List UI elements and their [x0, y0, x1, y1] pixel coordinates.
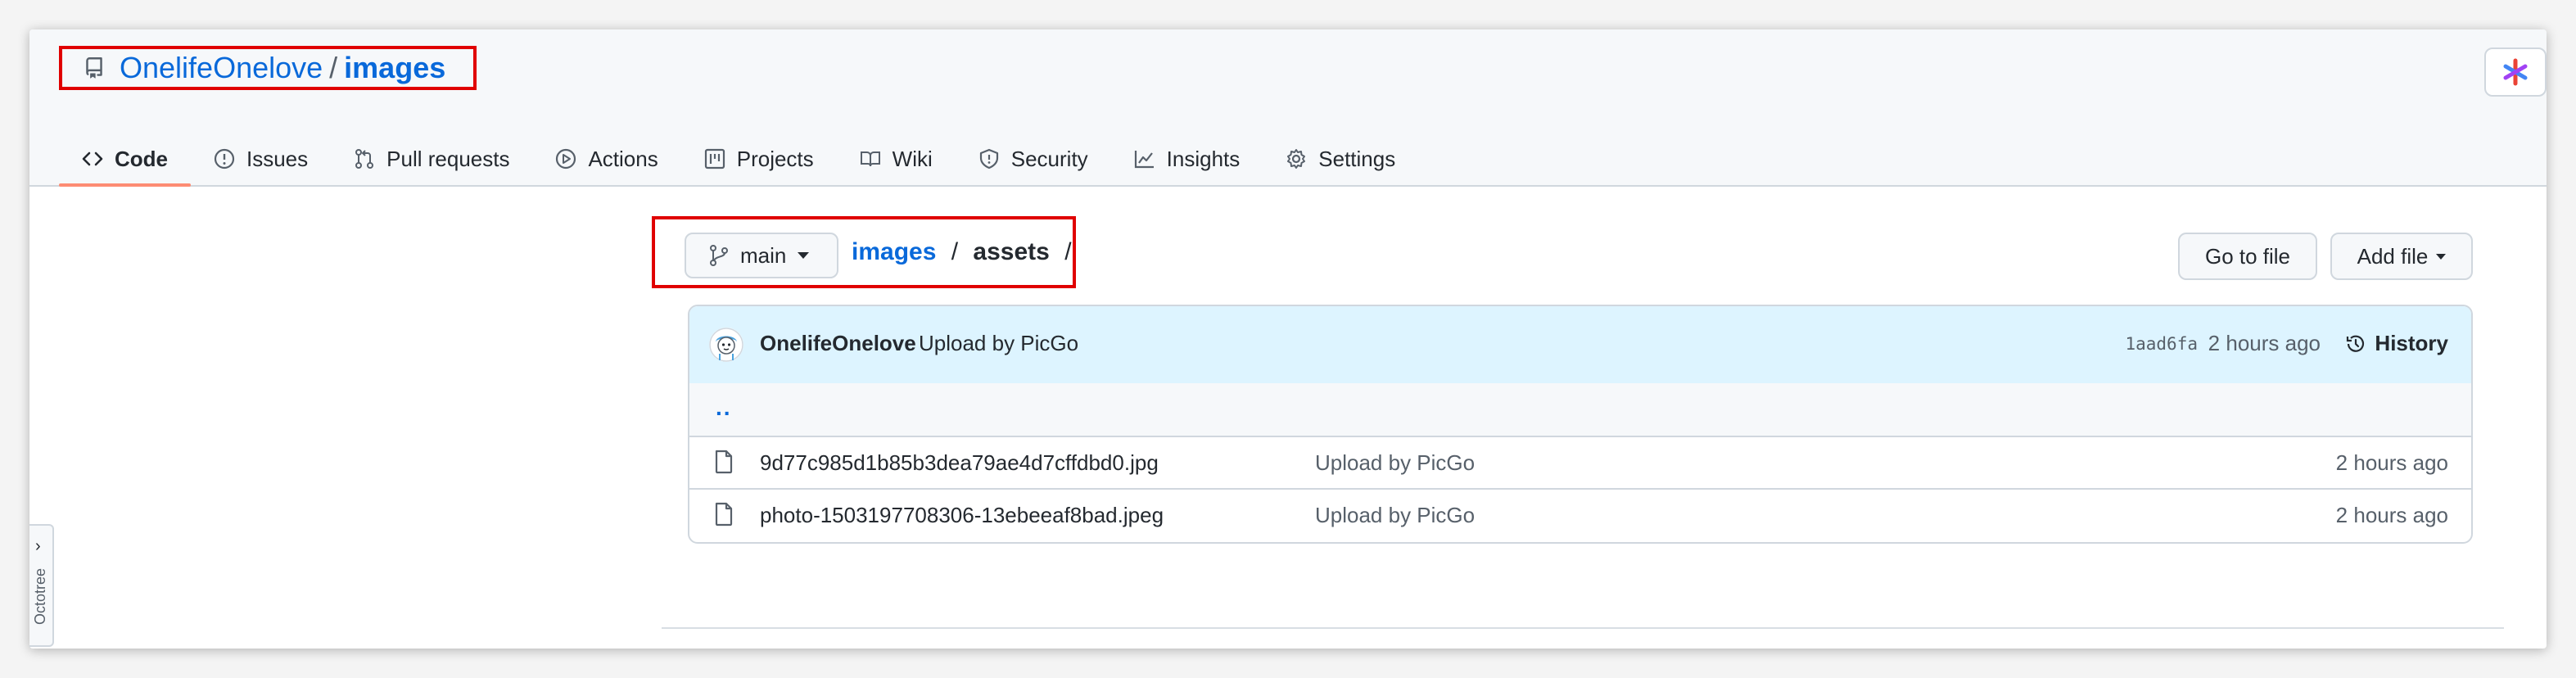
history-icon — [2347, 335, 2365, 352]
code-icon — [82, 151, 103, 166]
tab-label: Issues — [246, 146, 309, 171]
latest-commit-row: OnelifeOnelove Upload by PicGo 1aad6fa 2… — [689, 306, 2471, 385]
breadcrumb-separator: / — [951, 238, 959, 265]
tab-actions[interactable]: Actions — [532, 133, 680, 185]
octotree-sidebar-toggle[interactable]: › Octotree — [29, 524, 54, 647]
tab-label: Insights — [1166, 146, 1241, 171]
commit-sha-link[interactable]: 1aad6fa — [2125, 334, 2198, 354]
gear-icon — [1287, 149, 1306, 169]
tab-wiki[interactable]: Wiki — [837, 133, 956, 185]
pull-request-icon — [355, 149, 374, 169]
file-age: 2 hours ago — [2335, 503, 2448, 527]
octotree-label: Octotree — [32, 568, 48, 626]
go-to-file-button[interactable]: Go to file — [2178, 233, 2317, 280]
add-file-label: Add file — [2357, 243, 2429, 269]
history-link[interactable]: History — [2345, 331, 2448, 356]
tab-label: Wiki — [892, 146, 933, 171]
avatar[interactable] — [709, 328, 743, 362]
avatar-icon — [709, 328, 743, 362]
tab-label: Settings — [1318, 146, 1396, 171]
parent-directory-link[interactable]: .. — [716, 395, 732, 421]
tab-security[interactable]: Security — [956, 133, 1111, 185]
file-age: 2 hours ago — [2335, 450, 2448, 475]
add-file-button[interactable]: Add file — [2330, 233, 2473, 280]
repo-nav-tabs: Code Issues Pull requests Actions Projec… — [59, 133, 1418, 187]
play-icon — [556, 148, 576, 170]
breadcrumb-current-folder: assets — [973, 238, 1050, 265]
commit-message-link[interactable]: Upload by PicGo — [919, 331, 1078, 356]
breadcrumb-separator: / — [1064, 238, 1072, 265]
graph-icon — [1134, 151, 1154, 169]
breadcrumb: images / assets / — [852, 238, 1080, 266]
table-row: 9d77c985d1b85b3dea79ae4d7cffdbd0.jpg Upl… — [689, 436, 2471, 490]
file-name-link[interactable]: 9d77c985d1b85b3dea79ae4d7cffdbd0.jpg — [760, 450, 1159, 476]
branch-icon — [710, 245, 728, 266]
caret-down-icon — [798, 252, 810, 259]
repo-header: OnelifeOnelove / images Code Issues Pull… — [29, 29, 2547, 187]
tab-pull-requests[interactable]: Pull requests — [331, 133, 532, 185]
chevron-right-icon: › — [35, 537, 41, 555]
repo-name-link[interactable]: images — [344, 51, 445, 85]
parent-directory-row[interactable]: .. — [689, 383, 2471, 437]
asterisk-icon — [2503, 58, 2528, 86]
project-icon — [704, 148, 725, 170]
repo-separator: / — [329, 51, 338, 84]
repo-icon — [86, 57, 102, 79]
tab-label: Pull requests — [386, 146, 510, 171]
repo-title: OnelifeOnelove / images — [59, 46, 477, 90]
repo-owner-link[interactable]: OnelifeOnelove — [120, 51, 323, 85]
caret-down-icon — [2436, 253, 2447, 260]
commit-author-link[interactable]: OnelifeOnelove — [760, 331, 916, 356]
go-to-file-label: Go to file — [2204, 243, 2291, 269]
shield-icon — [979, 148, 998, 170]
tab-label: Projects — [736, 146, 814, 171]
tab-code[interactable]: Code — [59, 133, 191, 187]
file-icon — [715, 502, 733, 527]
file-name-link[interactable]: photo-1503197708306-13ebeeaf8bad.jpeg — [760, 503, 1164, 528]
file-commit-message-link[interactable]: Upload by PicGo — [1315, 450, 1475, 476]
browser-window: OnelifeOnelove / images Code Issues Pull… — [29, 29, 2547, 649]
tab-label: Code — [115, 146, 168, 171]
file-table: OnelifeOnelove Upload by PicGo 1aad6fa 2… — [688, 305, 2473, 544]
issue-icon — [214, 148, 235, 170]
history-label: History — [2375, 331, 2448, 355]
breadcrumb-root-link[interactable]: images — [852, 238, 936, 265]
book-icon — [860, 151, 880, 167]
tab-label: Security — [1010, 146, 1088, 171]
tab-projects[interactable]: Projects — [681, 133, 837, 185]
table-row: photo-1503197708306-13ebeeaf8bad.jpeg Up… — [689, 488, 2471, 540]
file-icon — [715, 450, 733, 474]
file-commit-message-link[interactable]: Upload by PicGo — [1315, 503, 1475, 528]
tab-issues[interactable]: Issues — [191, 133, 331, 185]
tab-settings[interactable]: Settings — [1263, 133, 1418, 185]
tab-label: Actions — [588, 146, 658, 171]
tab-insights[interactable]: Insights — [1111, 133, 1263, 185]
commit-time: 2 hours ago — [2208, 331, 2321, 355]
extension-button[interactable] — [2484, 47, 2547, 97]
branch-select-button[interactable]: main — [685, 233, 838, 278]
branch-label: main — [740, 242, 787, 268]
footer-divider — [662, 627, 2504, 629]
